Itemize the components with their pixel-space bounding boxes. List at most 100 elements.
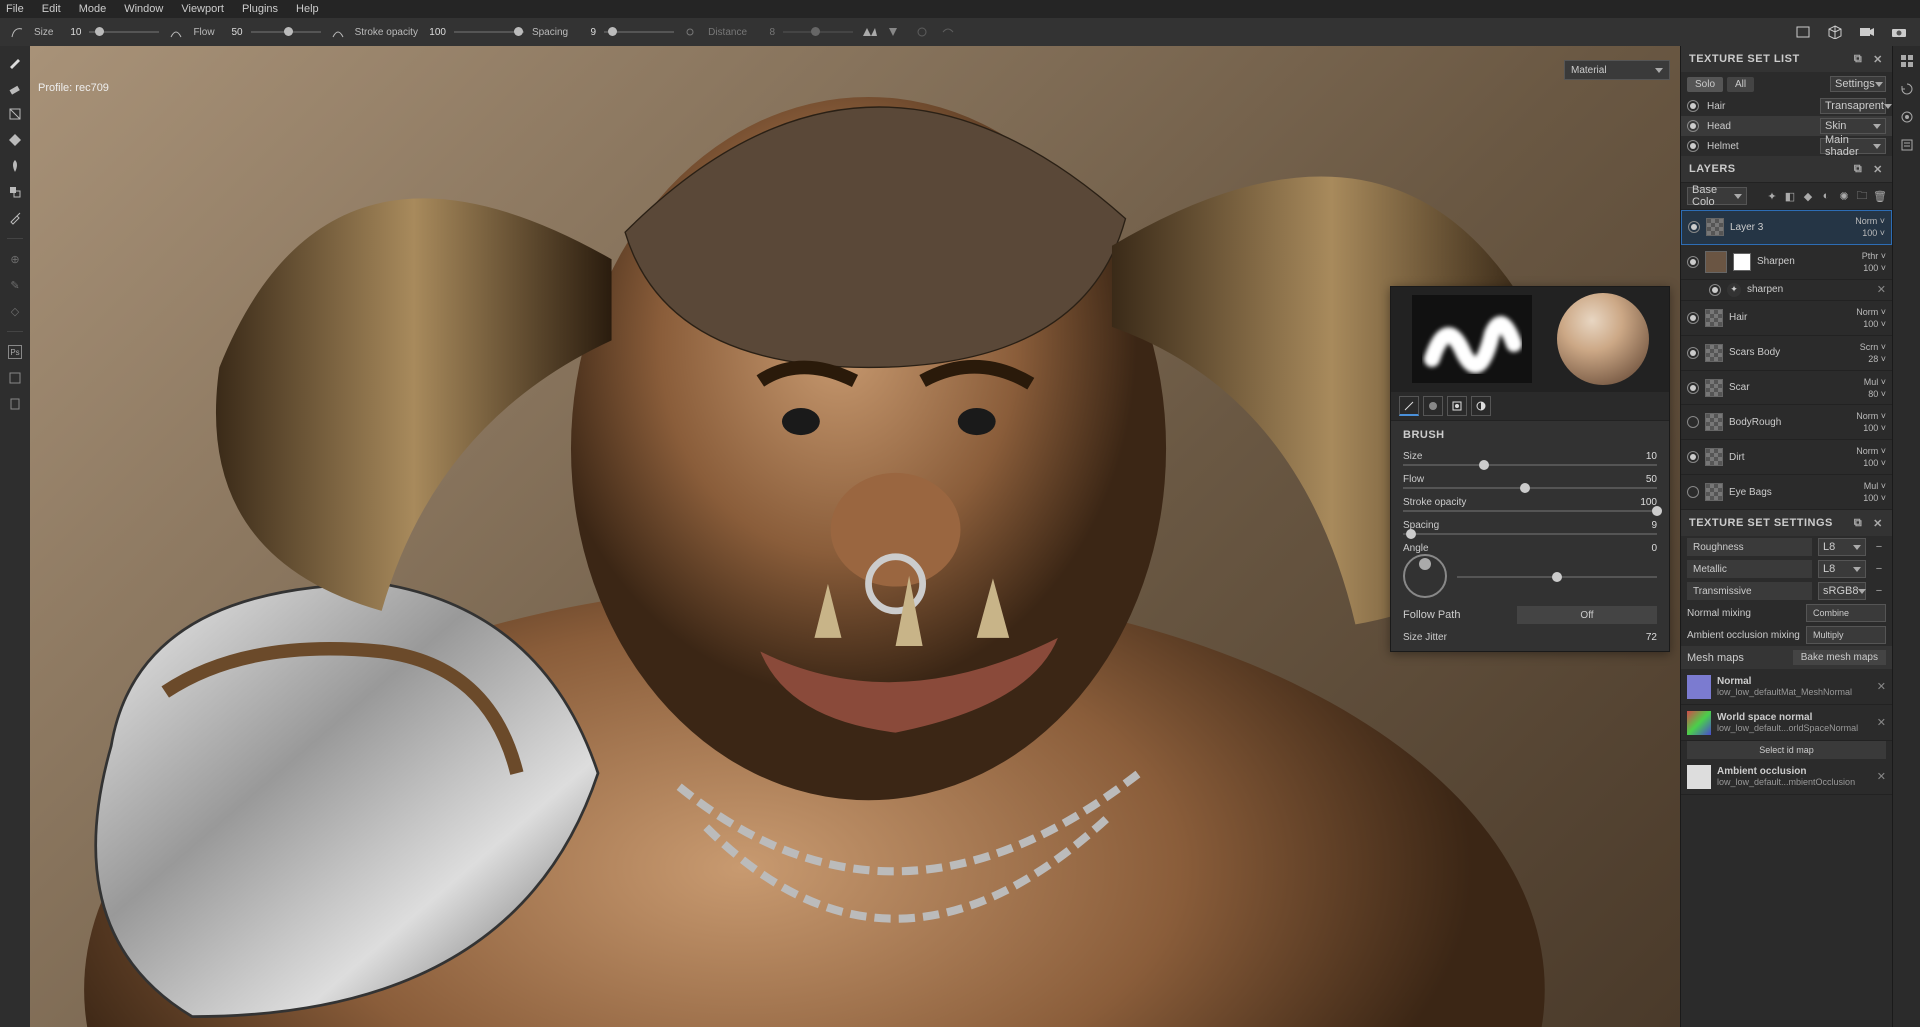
- brush-angle-slider[interactable]: [1457, 576, 1657, 578]
- layer-name[interactable]: Layer 3: [1730, 222, 1849, 233]
- close-icon[interactable]: ✕: [1872, 517, 1884, 529]
- popout-icon[interactable]: ⧉: [1852, 53, 1864, 65]
- mesh-map-row[interactable]: Ambient occlusionlow_low_default...mbien…: [1681, 759, 1892, 795]
- clone-tool[interactable]: [5, 182, 25, 202]
- channel-name[interactable]: Transmissive: [1687, 582, 1812, 600]
- blend-mode[interactable]: Mul ˅: [1864, 377, 1886, 387]
- layer-row[interactable]: Scar Mul ˅80 ˅: [1681, 371, 1892, 406]
- popout-icon[interactable]: ⧉: [1852, 517, 1864, 529]
- layer-row[interactable]: Scars Body Scrn ˅28 ˅: [1681, 336, 1892, 371]
- link-icon[interactable]: [682, 23, 700, 41]
- layer-name[interactable]: Dirt: [1729, 452, 1850, 463]
- shape-tool[interactable]: ◇: [5, 301, 25, 321]
- channel-dropdown[interactable]: Base Colo: [1687, 187, 1747, 205]
- layer-row[interactable]: Sharpen Pthr ˅ 100 ˅: [1681, 245, 1892, 280]
- blend-mode[interactable]: Pthr ˅: [1862, 251, 1886, 261]
- brush-tab-stroke-icon[interactable]: [1399, 396, 1419, 416]
- menu-viewport[interactable]: Viewport: [181, 3, 224, 15]
- flow-slider[interactable]: [251, 31, 321, 33]
- brush-tip-icon[interactable]: [8, 23, 26, 41]
- opacity-curve-icon[interactable]: [329, 23, 347, 41]
- texture-set-row[interactable]: Head Skin: [1681, 116, 1892, 136]
- distance-slider[interactable]: [783, 31, 853, 33]
- ao-mixing-dropdown[interactable]: Multiply: [1806, 626, 1886, 644]
- layer-name[interactable]: Hair: [1729, 312, 1850, 323]
- layer-effect-row[interactable]: ✦ sharpen ✕: [1681, 280, 1892, 301]
- projection-tool[interactable]: [5, 104, 25, 124]
- texture-set-row[interactable]: Hair Transaprent: [1681, 96, 1892, 116]
- channel-name[interactable]: Metallic: [1687, 560, 1812, 578]
- brush-stroke-preview[interactable]: [1412, 295, 1532, 383]
- 3d-viewport[interactable]: Profile: rec709 Material: [30, 46, 1680, 1027]
- picker-tool[interactable]: [5, 208, 25, 228]
- menu-edit[interactable]: Edit: [42, 3, 61, 15]
- menu-help[interactable]: Help: [296, 3, 319, 15]
- brush-spacing-slider[interactable]: [1403, 533, 1657, 535]
- layer-name[interactable]: BodyRough: [1729, 417, 1850, 428]
- lazy-mouse-icon[interactable]: [939, 23, 957, 41]
- layer-name[interactable]: Scar: [1729, 382, 1858, 393]
- visibility-toggle-icon[interactable]: [1687, 312, 1699, 324]
- visibility-toggle-icon[interactable]: [1687, 416, 1699, 428]
- visibility-toggle-icon[interactable]: [1687, 451, 1699, 463]
- blend-mode[interactable]: Scrn ˅: [1860, 342, 1886, 352]
- blend-mode[interactable]: Mul ˅: [1864, 481, 1886, 491]
- menu-window[interactable]: Window: [124, 3, 163, 15]
- bake-mesh-maps-button[interactable]: Bake mesh maps: [1793, 650, 1886, 665]
- menu-file[interactable]: File: [6, 3, 24, 15]
- remove-map-icon[interactable]: ✕: [1877, 680, 1886, 693]
- opacity-value[interactable]: 100 ˅: [1863, 423, 1886, 433]
- add-effect-icon[interactable]: ✺: [1838, 190, 1850, 202]
- iray-icon[interactable]: [5, 368, 25, 388]
- mesh-map-row[interactable]: World space normallow_low_default...orld…: [1681, 705, 1892, 741]
- brush-size-slider[interactable]: [1403, 464, 1657, 466]
- brush-tab-material-icon[interactable]: [1471, 396, 1491, 416]
- size-slider[interactable]: [89, 31, 159, 33]
- symmetry-y-icon[interactable]: [887, 23, 905, 41]
- visibility-toggle-icon[interactable]: [1687, 382, 1699, 394]
- folder-icon[interactable]: 🗀: [1856, 190, 1868, 202]
- channel-bits-dropdown[interactable]: L8: [1818, 560, 1866, 578]
- brush-tool[interactable]: [5, 52, 25, 72]
- perspective-icon[interactable]: [1794, 23, 1812, 41]
- layer-row[interactable]: BodyRough Norm ˅100 ˅: [1681, 405, 1892, 440]
- channel-bits-dropdown[interactable]: sRGB8: [1818, 582, 1866, 600]
- blend-mode[interactable]: Norm ˅: [1856, 307, 1886, 317]
- grid-view-icon[interactable]: [1898, 52, 1916, 70]
- camera-photo-icon[interactable]: [1890, 23, 1908, 41]
- layer-name[interactable]: Eye Bags: [1729, 487, 1857, 498]
- measure-tool[interactable]: ⊕: [5, 249, 25, 269]
- remove-map-icon[interactable]: ✕: [1877, 716, 1886, 729]
- eraser-tool[interactable]: [5, 78, 25, 98]
- shader-dropdown[interactable]: Main shader: [1820, 138, 1886, 154]
- opacity-value[interactable]: 100 ˅: [1863, 493, 1886, 503]
- blend-mode[interactable]: Norm ˅: [1855, 216, 1885, 226]
- shader-dropdown[interactable]: Transaprent: [1820, 98, 1886, 114]
- remove-effect-icon[interactable]: ✕: [1877, 283, 1886, 296]
- new-doc-icon[interactable]: [5, 394, 25, 414]
- menu-plugins[interactable]: Plugins: [242, 3, 278, 15]
- text-tool[interactable]: ✎: [5, 275, 25, 295]
- visibility-toggle-icon[interactable]: [1687, 347, 1699, 359]
- opacity-value[interactable]: 100 ˅: [1863, 263, 1886, 273]
- channel-name[interactable]: Roughness: [1687, 538, 1812, 556]
- flow-curve-icon[interactable]: [167, 23, 185, 41]
- opacity-value[interactable]: 100 ˅: [1862, 228, 1885, 238]
- camera-video-icon[interactable]: [1858, 23, 1876, 41]
- target-icon[interactable]: [1898, 108, 1916, 126]
- ps-export-icon[interactable]: Ps: [5, 342, 25, 362]
- layer-row[interactable]: Eye Bags Mul ˅ 100 ˅: [1681, 475, 1892, 510]
- shader-dropdown[interactable]: Skin: [1820, 118, 1886, 134]
- solo-button[interactable]: Solo: [1687, 77, 1723, 92]
- material-preview-sphere[interactable]: [1557, 293, 1649, 385]
- select-id-map-button[interactable]: Select id map: [1687, 741, 1886, 759]
- follow-path-toggle[interactable]: Off: [1517, 606, 1657, 624]
- add-fill-icon[interactable]: ◆: [1802, 190, 1814, 202]
- visibility-toggle-icon[interactable]: [1709, 284, 1721, 296]
- brush-angle-dial[interactable]: [1403, 554, 1447, 598]
- layer-name[interactable]: Sharpen: [1757, 256, 1856, 267]
- remove-channel-icon[interactable]: −: [1872, 563, 1886, 575]
- brush-opacity-slider[interactable]: [1403, 510, 1657, 512]
- texture-set-row[interactable]: Helmet Main shader: [1681, 136, 1892, 156]
- 3d-cube-icon[interactable]: [1826, 23, 1844, 41]
